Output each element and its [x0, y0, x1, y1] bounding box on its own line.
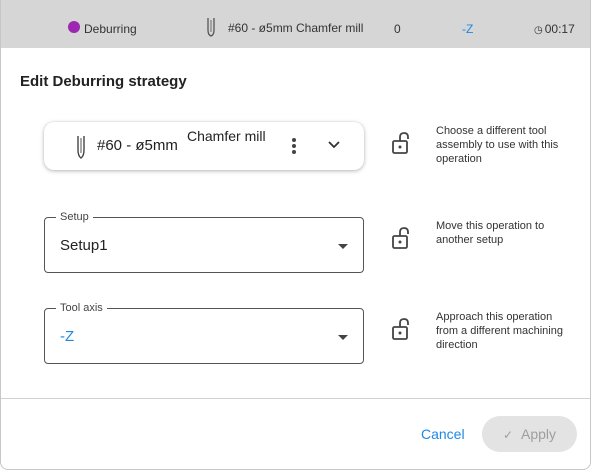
operation-count: 0 — [394, 22, 401, 36]
unlocked-icon[interactable] — [391, 131, 411, 160]
more-options-icon[interactable] — [287, 136, 301, 156]
apply-label: Apply — [521, 426, 557, 442]
operation-time: ◷ 00:17 — [534, 21, 575, 39]
cancel-button[interactable]: Cancel — [413, 420, 473, 448]
unlocked-icon[interactable] — [391, 317, 411, 346]
tool-selector[interactable]: #60 - ø5mm Chamfer mill — [44, 122, 364, 170]
caret-down-icon — [338, 244, 348, 249]
footer-divider — [1, 398, 590, 399]
strategy-color-dot — [68, 21, 80, 33]
end-mill-icon — [206, 17, 216, 41]
end-mill-icon — [75, 135, 87, 164]
dialog-title: Edit Deburring strategy — [20, 73, 187, 90]
tool-number: #60 - ø5mm — [97, 137, 178, 154]
caret-down-icon — [338, 335, 348, 340]
tool-axis-select[interactable]: Tool axis -Z — [44, 301, 364, 364]
check-icon: ✓ — [502, 428, 514, 442]
tool-description: Chamfer mill — [187, 128, 266, 144]
operation-summary-bar[interactable]: Deburring #60 - ø5mm Chamfer mill 0 -Z ◷… — [1, 0, 590, 48]
operation-strategy: Deburring — [84, 22, 137, 36]
apply-button[interactable]: ✓ Apply — [482, 416, 577, 452]
setup-value: Setup1 — [60, 237, 108, 254]
tool-help-text: Choose a different tool assembly to use … — [436, 125, 559, 165]
setup-select[interactable]: Setup Setup1 — [44, 210, 364, 273]
tool-axis-help-text: Approach this operation from a different… — [436, 311, 563, 351]
chevron-down-icon[interactable] — [327, 138, 341, 157]
operation-tool: #60 - ø5mm Chamfer mill — [228, 21, 364, 35]
operation-axis: -Z — [462, 22, 474, 36]
clock-icon: ◷ — [534, 25, 543, 36]
setup-help-text: Move this operation to another setup — [436, 220, 545, 246]
operation-time-value: 00:17 — [544, 22, 575, 36]
tool-axis-label: Tool axis — [56, 301, 107, 315]
edit-strategy-dialog: Deburring #60 - ø5mm Chamfer mill 0 -Z ◷… — [0, 0, 591, 470]
unlocked-icon[interactable] — [391, 226, 411, 255]
tool-axis-value: -Z — [60, 328, 75, 345]
setup-label: Setup — [56, 210, 93, 224]
